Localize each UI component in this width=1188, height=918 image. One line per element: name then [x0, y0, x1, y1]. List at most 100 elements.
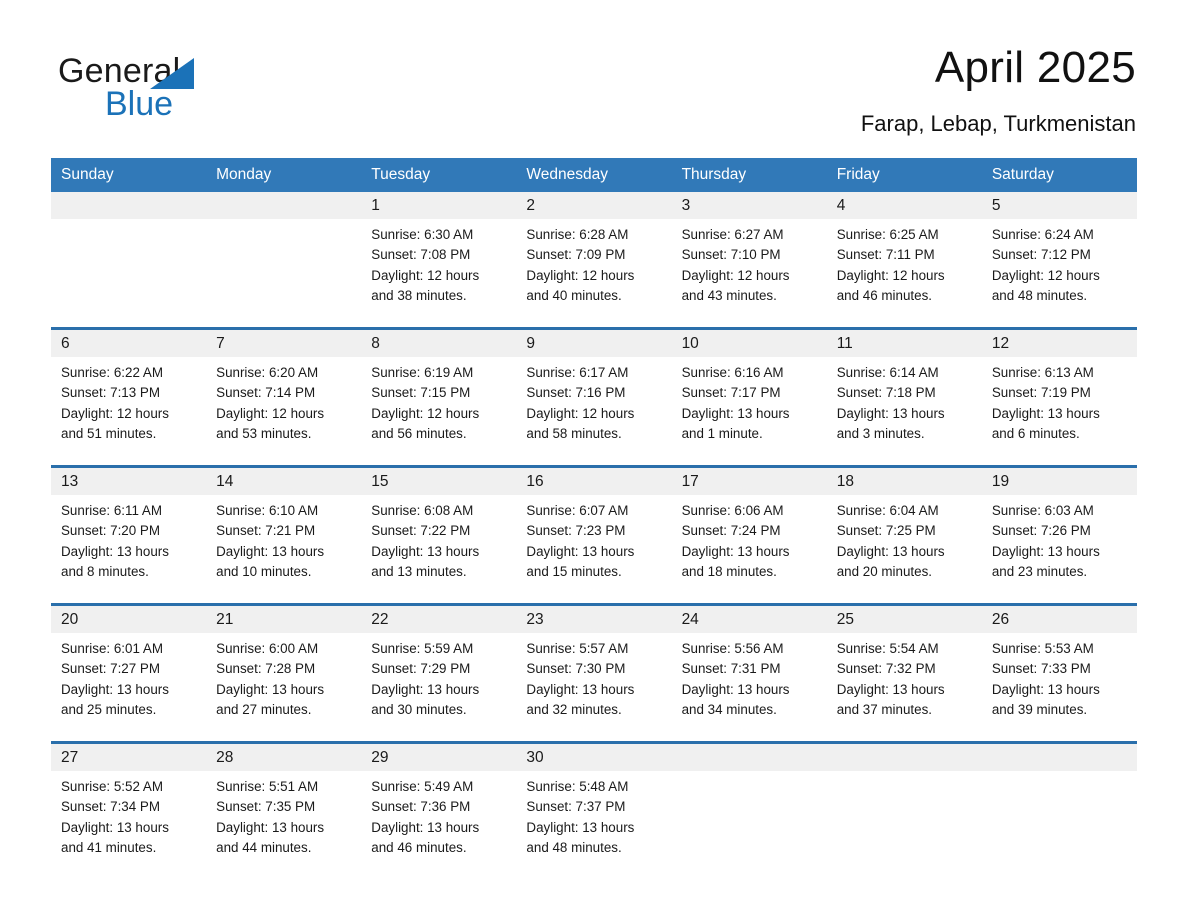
day-number-cell[interactable]: 12	[981, 330, 1137, 357]
empty-day-number-cell	[206, 192, 362, 219]
day-detail-cell[interactable]: Sunrise: 6:11 AM Sunset: 7:20 PM Dayligh…	[51, 495, 207, 603]
day-detail-cell[interactable]: Sunrise: 6:24 AM Sunset: 7:12 PM Dayligh…	[981, 219, 1137, 327]
day-number: 8	[371, 335, 380, 352]
day-number-cell[interactable]: 30	[516, 744, 672, 771]
day-number-cell[interactable]: 27	[51, 744, 207, 771]
empty-day-detail-cell	[826, 771, 982, 879]
day-number: 26	[991, 611, 1010, 628]
sunrise-sunset-calendar: Sunday Monday Tuesday Wednesday Thursday…	[51, 158, 1137, 879]
day-detail-cell[interactable]: Sunrise: 6:28 AM Sunset: 7:09 PM Dayligh…	[516, 219, 672, 327]
day-number: 16	[526, 473, 544, 490]
day-detail-cell[interactable]: Sunrise: 6:04 AM Sunset: 7:25 PM Dayligh…	[826, 495, 982, 603]
day-detail-cell[interactable]: Sunrise: 6:17 AM Sunset: 7:16 PM Dayligh…	[516, 357, 672, 465]
day-number: 14	[216, 473, 234, 490]
day-detail-cell[interactable]: Sunrise: 6:22 AM Sunset: 7:13 PM Dayligh…	[51, 357, 207, 465]
day-detail-cell[interactable]: Sunrise: 6:16 AM Sunset: 7:17 PM Dayligh…	[671, 357, 827, 465]
day-detail-cell[interactable]: Sunrise: 5:51 AM Sunset: 7:35 PM Dayligh…	[206, 771, 362, 879]
day-number-cell[interactable]: 20	[51, 606, 207, 633]
sun-times-text: Sunrise: 5:48 AM Sunset: 7:37 PM Dayligh…	[526, 779, 635, 855]
day-detail-cell[interactable]: Sunrise: 6:00 AM Sunset: 7:28 PM Dayligh…	[206, 633, 362, 741]
day-number-cell[interactable]: 25	[826, 606, 982, 633]
day-number-cell[interactable]: 16	[516, 468, 672, 495]
day-number-cell[interactable]: 3	[671, 192, 827, 219]
day-number	[51, 197, 61, 214]
day-number-cell[interactable]: 11	[826, 330, 982, 357]
day-detail-cell[interactable]: Sunrise: 6:03 AM Sunset: 7:26 PM Dayligh…	[981, 495, 1137, 603]
day-number	[672, 749, 682, 766]
day-detail-cell[interactable]: Sunrise: 5:57 AM Sunset: 7:30 PM Dayligh…	[516, 633, 672, 741]
day-number-cell[interactable]: 10	[671, 330, 827, 357]
day-detail-cell[interactable]: Sunrise: 6:19 AM Sunset: 7:15 PM Dayligh…	[361, 357, 517, 465]
day-number-cell[interactable]: 21	[206, 606, 362, 633]
day-number-cell[interactable]: 18	[826, 468, 982, 495]
sun-times-text: Sunrise: 6:16 AM Sunset: 7:17 PM Dayligh…	[681, 365, 790, 441]
day-detail-cell[interactable]: Sunrise: 6:10 AM Sunset: 7:21 PM Dayligh…	[206, 495, 362, 603]
weekday-header-sunday: Sunday	[51, 158, 207, 192]
sun-times-text: Sunrise: 6:25 AM Sunset: 7:11 PM Dayligh…	[836, 227, 945, 303]
day-number: 2	[526, 197, 536, 214]
calendar-body: 1 2 3 4 5 Sunrise: 6:30 AM Sunset: 7:08 PM Da…	[51, 192, 1137, 879]
day-number: 1	[371, 197, 380, 214]
weekday-header-monday: Monday	[206, 158, 362, 192]
day-number-cell[interactable]: 29	[361, 744, 517, 771]
sun-times-text: Sunrise: 6:14 AM Sunset: 7:18 PM Dayligh…	[836, 365, 945, 441]
day-detail-cell[interactable]: Sunrise: 5:48 AM Sunset: 7:37 PM Dayligh…	[516, 771, 672, 879]
day-number: 27	[61, 749, 79, 766]
day-detail-cell[interactable]: Sunrise: 5:52 AM Sunset: 7:34 PM Dayligh…	[51, 771, 207, 879]
day-detail-cell[interactable]: Sunrise: 6:07 AM Sunset: 7:23 PM Dayligh…	[516, 495, 672, 603]
day-number-cell[interactable]: 26	[981, 606, 1137, 633]
day-number-cell[interactable]: 5	[981, 192, 1137, 219]
day-detail-cell[interactable]: Sunrise: 6:13 AM Sunset: 7:19 PM Dayligh…	[981, 357, 1137, 465]
page-title: April 2025	[934, 43, 1136, 92]
day-detail-cell[interactable]: Sunrise: 5:59 AM Sunset: 7:29 PM Dayligh…	[361, 633, 517, 741]
day-detail-cell[interactable]: Sunrise: 5:53 AM Sunset: 7:33 PM Dayligh…	[981, 633, 1137, 741]
empty-day-number-cell	[51, 192, 207, 219]
day-number-row: 6 7 8 9 10 11 12	[51, 330, 1137, 357]
day-number-cell[interactable]: 14	[206, 468, 362, 495]
day-number: 3	[681, 197, 691, 214]
day-detail-cell[interactable]: Sunrise: 6:25 AM Sunset: 7:11 PM Dayligh…	[826, 219, 982, 327]
day-number-row: 13 14 15 16 17 18 19	[51, 468, 1137, 495]
day-number-cell[interactable]: 1	[361, 192, 517, 219]
day-detail-cell[interactable]: Sunrise: 6:27 AM Sunset: 7:10 PM Dayligh…	[671, 219, 827, 327]
day-number-cell[interactable]: 2	[516, 192, 672, 219]
calendar-page: General Blue April 2025 Farap, Lebap, Tu…	[0, 0, 1188, 918]
empty-day-detail-cell	[981, 771, 1137, 879]
day-detail-cell[interactable]: Sunrise: 6:06 AM Sunset: 7:24 PM Dayligh…	[671, 495, 827, 603]
day-number: 13	[61, 473, 79, 490]
day-number-cell[interactable]: 7	[206, 330, 362, 357]
day-detail-row: Sunrise: 6:22 AM Sunset: 7:13 PM Dayligh…	[51, 357, 1137, 465]
sun-times-text: Sunrise: 6:13 AM Sunset: 7:19 PM Dayligh…	[991, 365, 1100, 441]
day-number-cell[interactable]: 17	[671, 468, 827, 495]
day-number-cell[interactable]: 19	[981, 468, 1137, 495]
day-number-cell[interactable]: 8	[361, 330, 517, 357]
sun-times-text: Sunrise: 6:01 AM Sunset: 7:27 PM Dayligh…	[61, 641, 169, 717]
day-number-cell[interactable]: 22	[361, 606, 517, 633]
day-number-cell[interactable]: 9	[516, 330, 672, 357]
sun-times-text: Sunrise: 6:11 AM Sunset: 7:20 PM Dayligh…	[61, 503, 169, 579]
sun-times-text: Sunrise: 5:54 AM Sunset: 7:32 PM Dayligh…	[836, 641, 945, 717]
day-number: 7	[216, 335, 225, 352]
weekday-header-tuesday: Tuesday	[361, 158, 517, 192]
empty-day-detail-cell	[206, 219, 362, 327]
day-number-cell[interactable]: 15	[361, 468, 517, 495]
day-detail-cell[interactable]: Sunrise: 6:20 AM Sunset: 7:14 PM Dayligh…	[206, 357, 362, 465]
day-detail-cell[interactable]: Sunrise: 6:08 AM Sunset: 7:22 PM Dayligh…	[361, 495, 517, 603]
day-number-cell[interactable]: 6	[51, 330, 207, 357]
day-detail-cell[interactable]: Sunrise: 5:54 AM Sunset: 7:32 PM Dayligh…	[826, 633, 982, 741]
day-number-row: 20 21 22 23 24 25 26	[51, 606, 1137, 633]
day-number: 11	[836, 335, 853, 352]
day-number-cell[interactable]: 13	[51, 468, 207, 495]
day-detail-cell[interactable]: Sunrise: 6:14 AM Sunset: 7:18 PM Dayligh…	[826, 357, 982, 465]
day-detail-cell[interactable]: Sunrise: 5:56 AM Sunset: 7:31 PM Dayligh…	[671, 633, 827, 741]
day-detail-cell[interactable]: Sunrise: 6:01 AM Sunset: 7:27 PM Dayligh…	[51, 633, 207, 741]
sun-times-text: Sunrise: 6:20 AM Sunset: 7:14 PM Dayligh…	[216, 365, 325, 441]
generalblue-logo[interactable]: General Blue	[58, 52, 358, 132]
empty-day-number-cell	[671, 744, 827, 771]
day-detail-cell[interactable]: Sunrise: 5:49 AM Sunset: 7:36 PM Dayligh…	[361, 771, 517, 879]
day-number-cell[interactable]: 4	[826, 192, 982, 219]
day-number-cell[interactable]: 23	[516, 606, 672, 633]
day-detail-cell[interactable]: Sunrise: 6:30 AM Sunset: 7:08 PM Dayligh…	[361, 219, 517, 327]
day-number-cell[interactable]: 28	[206, 744, 362, 771]
day-number-cell[interactable]: 24	[671, 606, 827, 633]
